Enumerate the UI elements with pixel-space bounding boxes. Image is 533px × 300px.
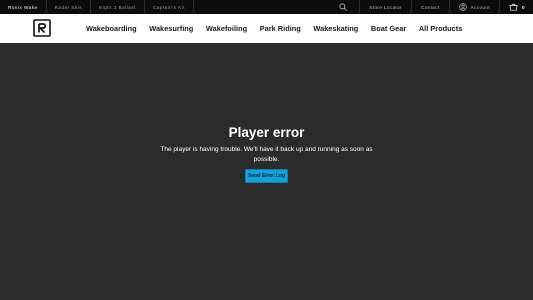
top-brand-bar: Ronix Wake Radar Skis Eight.3 Ballast Ca… <box>0 0 533 14</box>
contact-link[interactable]: Contact <box>410 0 449 14</box>
brand-tab-captains-kit[interactable]: Captain's Kit <box>145 0 195 14</box>
player-error-title: Player error <box>228 125 305 140</box>
nav-wakesurfing[interactable]: Wakesurfing <box>149 24 193 33</box>
cart-icon <box>509 3 518 11</box>
cart-count: 0 <box>522 4 525 10</box>
nav-links: Wakeboarding Wakesurfing Wakefoiling Par… <box>86 14 475 43</box>
ronix-logo[interactable] <box>33 19 51 37</box>
send-error-log-button[interactable]: Send Error Log <box>245 169 288 183</box>
search-button[interactable] <box>327 0 359 14</box>
nav-all-products[interactable]: All Products <box>419 24 463 33</box>
nav-park-riding[interactable]: Park Riding <box>260 24 301 33</box>
brand-tab-radar-skis[interactable]: Radar Skis <box>47 0 92 14</box>
top-utility-links: Store Locator Contact Account 0 <box>327 0 533 14</box>
cart-button[interactable]: 0 <box>499 0 533 14</box>
store-locator-link[interactable]: Store Locator <box>359 0 411 14</box>
brand-tab-eight3-ballast[interactable]: Eight.3 Ballast <box>91 0 145 14</box>
account-link[interactable]: Account <box>448 0 499 14</box>
brand-tab-ronix-wake[interactable]: Ronix Wake <box>0 0 47 14</box>
player-error-message: The player is having trouble. We'll have… <box>160 146 373 163</box>
nav-boat-gear[interactable]: Boat Gear <box>371 24 406 33</box>
main-navbar: Wakeboarding Wakesurfing Wakefoiling Par… <box>0 14 533 43</box>
nav-wakeskating[interactable]: Wakeskating <box>313 24 358 33</box>
search-icon <box>339 3 347 11</box>
nav-wakefoiling[interactable]: Wakefoiling <box>206 24 247 33</box>
nav-wakeboarding[interactable]: Wakeboarding <box>86 24 137 33</box>
account-label: Account <box>470 4 491 10</box>
account-icon <box>458 3 467 11</box>
video-player[interactable]: Player error The player is having troubl… <box>0 43 533 300</box>
